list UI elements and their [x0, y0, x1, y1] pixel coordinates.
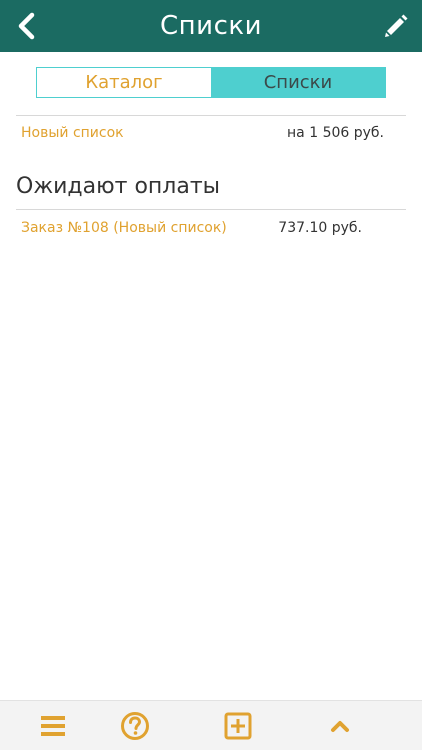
menu-button[interactable]	[37, 710, 69, 742]
section-title-awaiting: Ожидают оплаты	[16, 174, 221, 199]
scroll-up-button[interactable]	[324, 710, 356, 742]
pencil-icon	[385, 14, 408, 37]
segmented-control: Каталог Списки	[36, 67, 386, 98]
list-item-amount: на 1 506 руб.	[287, 125, 384, 141]
help-button[interactable]	[119, 710, 151, 742]
tab-catalog[interactable]: Каталог	[37, 68, 211, 97]
order-item-name[interactable]: Заказ №108 (Новый список)	[21, 217, 227, 239]
edit-button[interactable]	[378, 8, 414, 44]
menu-icon	[41, 716, 65, 736]
help-icon	[121, 712, 149, 740]
bottom-toolbar	[0, 700, 422, 750]
header-bar: Списки	[0, 0, 422, 52]
page-title: Списки	[160, 11, 262, 41]
add-button[interactable]	[222, 710, 254, 742]
divider	[16, 115, 406, 116]
list-item-name[interactable]: Новый список	[21, 122, 124, 144]
divider	[16, 209, 406, 210]
add-icon	[224, 712, 252, 740]
tab-lists[interactable]: Списки	[211, 68, 385, 97]
app-screen: Списки Каталог Списки Новый список на 1 …	[0, 0, 422, 750]
chevron-up-icon	[331, 721, 349, 732]
order-item-amount: 737.10 руб.	[278, 220, 362, 236]
